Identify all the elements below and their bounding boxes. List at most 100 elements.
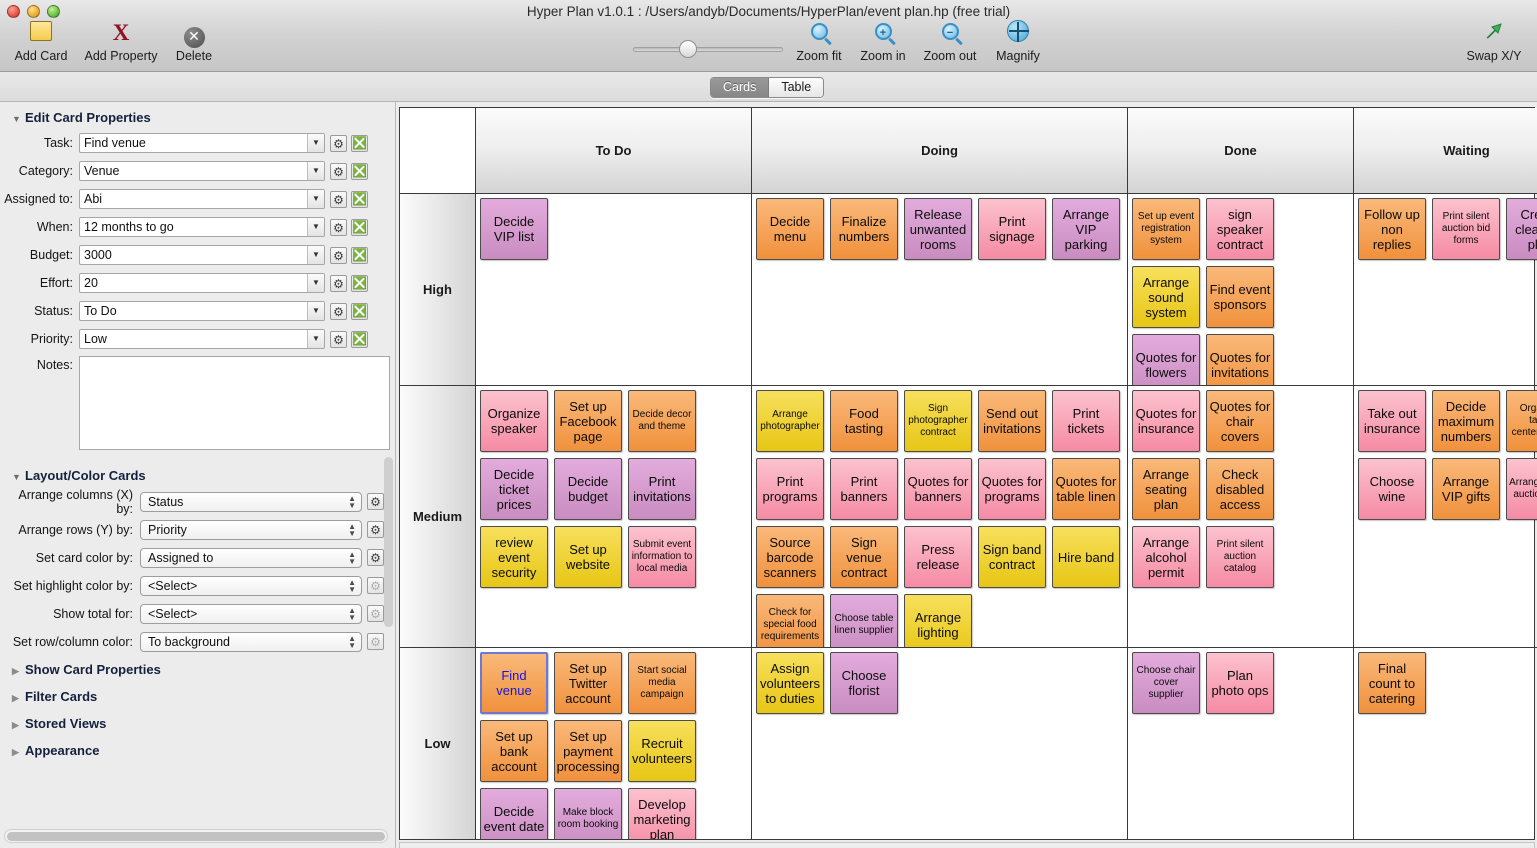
card[interactable]: Decide menu xyxy=(756,198,824,260)
property-remove-icon[interactable]: ❎ xyxy=(351,246,368,264)
chevron-down-icon[interactable]: ▼ xyxy=(307,330,324,348)
layout-select-arrange-columns-x-by[interactable]: Status ▲ ▼ xyxy=(140,491,362,512)
cell-high-to-do[interactable]: Decide VIP list xyxy=(476,194,752,386)
card[interactable]: Arrange sound system xyxy=(1132,266,1200,328)
tab-table[interactable]: Table xyxy=(769,78,824,97)
card[interactable]: Start social media campaign xyxy=(628,652,696,714)
card[interactable]: Quotes for table linen xyxy=(1052,458,1120,520)
property-input-budget[interactable]: 3000 ▼ xyxy=(79,245,325,265)
card[interactable]: Print banners xyxy=(830,458,898,520)
tab-cards[interactable]: Cards xyxy=(711,78,770,97)
property-settings-gear-icon[interactable]: ⚙ xyxy=(330,302,347,320)
card[interactable]: Assign volunteers to duties xyxy=(756,652,824,714)
card[interactable]: Arrange alcohol permit xyxy=(1132,526,1200,588)
stepper-arrows-icon[interactable]: ▲ ▼ xyxy=(348,522,356,537)
cell-low-doing[interactable]: Assign volunteers to duties Choose floris… xyxy=(752,648,1128,839)
chevron-down-icon[interactable]: ▼ xyxy=(307,162,324,180)
property-input-priority[interactable]: Low ▼ xyxy=(79,329,325,349)
card[interactable]: Quotes for programs xyxy=(978,458,1046,520)
add-property-button[interactable]: X Add Property xyxy=(80,18,162,63)
card[interactable]: Sign venue contract xyxy=(830,526,898,588)
zoom-slider[interactable] xyxy=(633,40,783,58)
card[interactable]: Decide decor and theme xyxy=(628,390,696,452)
card[interactable]: Arrange silent auction gifts xyxy=(1506,458,1537,520)
section-show-card-properties[interactable]: ▶ Show Card Properties xyxy=(0,656,395,683)
card[interactable]: Check for special food requirements xyxy=(756,594,824,647)
board-horizontal-scrollbar[interactable] xyxy=(399,842,1535,848)
chevron-down-icon[interactable]: ▼ xyxy=(307,218,324,236)
property-input-category[interactable]: Venue ▼ xyxy=(79,161,325,181)
property-input-task[interactable]: Find venue ▼ xyxy=(79,133,325,153)
card[interactable]: Source barcode scanners xyxy=(756,526,824,588)
card[interactable]: Arrange seating plan xyxy=(1132,458,1200,520)
card[interactable]: Set up bank account xyxy=(480,720,548,782)
column-header-waiting[interactable]: Waiting xyxy=(1354,108,1537,194)
card[interactable]: Develop marketing plan xyxy=(628,788,696,839)
card[interactable]: Quotes for chair covers xyxy=(1206,390,1274,452)
section-stored-views[interactable]: ▶ Stored Views xyxy=(0,710,395,737)
card[interactable]: Press release xyxy=(904,526,972,588)
stepper-arrows-icon[interactable]: ▲ ▼ xyxy=(348,550,356,565)
chevron-down-icon[interactable]: ▼ xyxy=(307,190,324,208)
inspector-horizontal-scrollbar[interactable] xyxy=(4,829,388,843)
view-segmented-control[interactable]: Cards Table xyxy=(710,77,825,98)
card[interactable]: Finalize numbers xyxy=(830,198,898,260)
card[interactable]: Choose table linen supplier xyxy=(830,594,898,647)
card[interactable]: Quotes for banners xyxy=(904,458,972,520)
property-remove-icon[interactable]: ❎ xyxy=(351,162,368,180)
card[interactable]: Print silent auction catalog xyxy=(1206,526,1274,588)
card[interactable]: Find venue xyxy=(480,652,548,714)
property-input-status[interactable]: To Do ▼ xyxy=(79,301,325,321)
stepper-arrows-icon[interactable]: ▲ ▼ xyxy=(348,494,356,509)
card[interactable]: sign speaker contract xyxy=(1206,198,1274,260)
property-settings-gear-icon[interactable]: ⚙ xyxy=(330,330,347,348)
card[interactable]: Send out invitations xyxy=(978,390,1046,452)
card[interactable]: Choose wine xyxy=(1358,458,1426,520)
card[interactable]: Decide maximum numbers xyxy=(1432,390,1500,452)
layout-settings-gear-icon[interactable]: ⚙ xyxy=(367,605,384,622)
card[interactable]: Arrange VIP gifts xyxy=(1432,458,1500,520)
layout-settings-gear-icon[interactable]: ⚙ xyxy=(367,633,384,650)
property-remove-icon[interactable]: ❎ xyxy=(351,218,368,236)
cell-low-done[interactable]: Choose chair cover supplier Plan photo op… xyxy=(1128,648,1354,839)
cell-high-done[interactable]: Set up event registration system sign spe… xyxy=(1128,194,1354,386)
cell-low-to-do[interactable]: Find venue Set up Twitter account Start so… xyxy=(476,648,752,839)
cell-high-waiting[interactable]: Follow up non replies Print silent auctio… xyxy=(1354,194,1537,386)
property-settings-gear-icon[interactable]: ⚙ xyxy=(330,134,347,152)
layout-color-cards-header[interactable]: ▼ Layout/Color Cards xyxy=(0,460,395,488)
card[interactable]: Print programs xyxy=(756,458,824,520)
section-filter-cards[interactable]: ▶ Filter Cards xyxy=(0,683,395,710)
chevron-down-icon[interactable]: ▼ xyxy=(307,134,324,152)
layout-select-arrange-rows-y-by[interactable]: Priority ▲ ▼ xyxy=(140,519,362,540)
layout-settings-gear-icon[interactable]: ⚙ xyxy=(367,549,384,566)
stepper-arrows-icon[interactable]: ▲ ▼ xyxy=(348,578,356,593)
cell-high-doing[interactable]: Decide menu Finalize numbers Release unwan… xyxy=(752,194,1128,386)
cell-medium-to-do[interactable]: Organize speaker Set up Facebook page Deci… xyxy=(476,386,752,648)
card[interactable]: Decide event date xyxy=(480,788,548,839)
card[interactable]: Submit event information to local media xyxy=(628,526,696,588)
card[interactable]: Final count to catering xyxy=(1358,652,1426,714)
property-input-assigned-to[interactable]: Abi ▼ xyxy=(79,189,325,209)
card[interactable]: Set up payment processing xyxy=(554,720,622,782)
card[interactable]: Follow up non replies xyxy=(1358,198,1426,260)
card[interactable]: Quotes for insurance xyxy=(1132,390,1200,452)
edit-card-properties-header[interactable]: ▼ Edit Card Properties xyxy=(0,102,395,130)
card[interactable]: Arrange photographer xyxy=(756,390,824,452)
cell-medium-waiting[interactable]: Take out insurance Decide maximum numbers… xyxy=(1354,386,1537,648)
card[interactable]: Print signage xyxy=(978,198,1046,260)
card[interactable]: Set up Facebook page xyxy=(554,390,622,452)
magnify-button[interactable]: Magnify xyxy=(977,18,1059,63)
card[interactable]: Print silent auction bid forms xyxy=(1432,198,1500,260)
property-settings-gear-icon[interactable]: ⚙ xyxy=(330,274,347,292)
layout-select-set-row-column-color[interactable]: To background ▲ ▼ xyxy=(140,631,362,652)
card[interactable]: Recruit volunteers xyxy=(628,720,696,782)
card[interactable]: Food tasting xyxy=(830,390,898,452)
card[interactable]: review event security xyxy=(480,526,548,588)
row-header-high[interactable]: High xyxy=(400,194,476,386)
cell-medium-doing[interactable]: Arrange photographer Food tasting Sign pho… xyxy=(752,386,1128,648)
notes-textarea[interactable] xyxy=(79,356,390,450)
card[interactable]: Set up event registration system xyxy=(1132,198,1200,260)
card[interactable]: Arrange VIP parking xyxy=(1052,198,1120,260)
property-settings-gear-icon[interactable]: ⚙ xyxy=(330,190,347,208)
add-card-button[interactable]: Add Card xyxy=(0,18,82,63)
